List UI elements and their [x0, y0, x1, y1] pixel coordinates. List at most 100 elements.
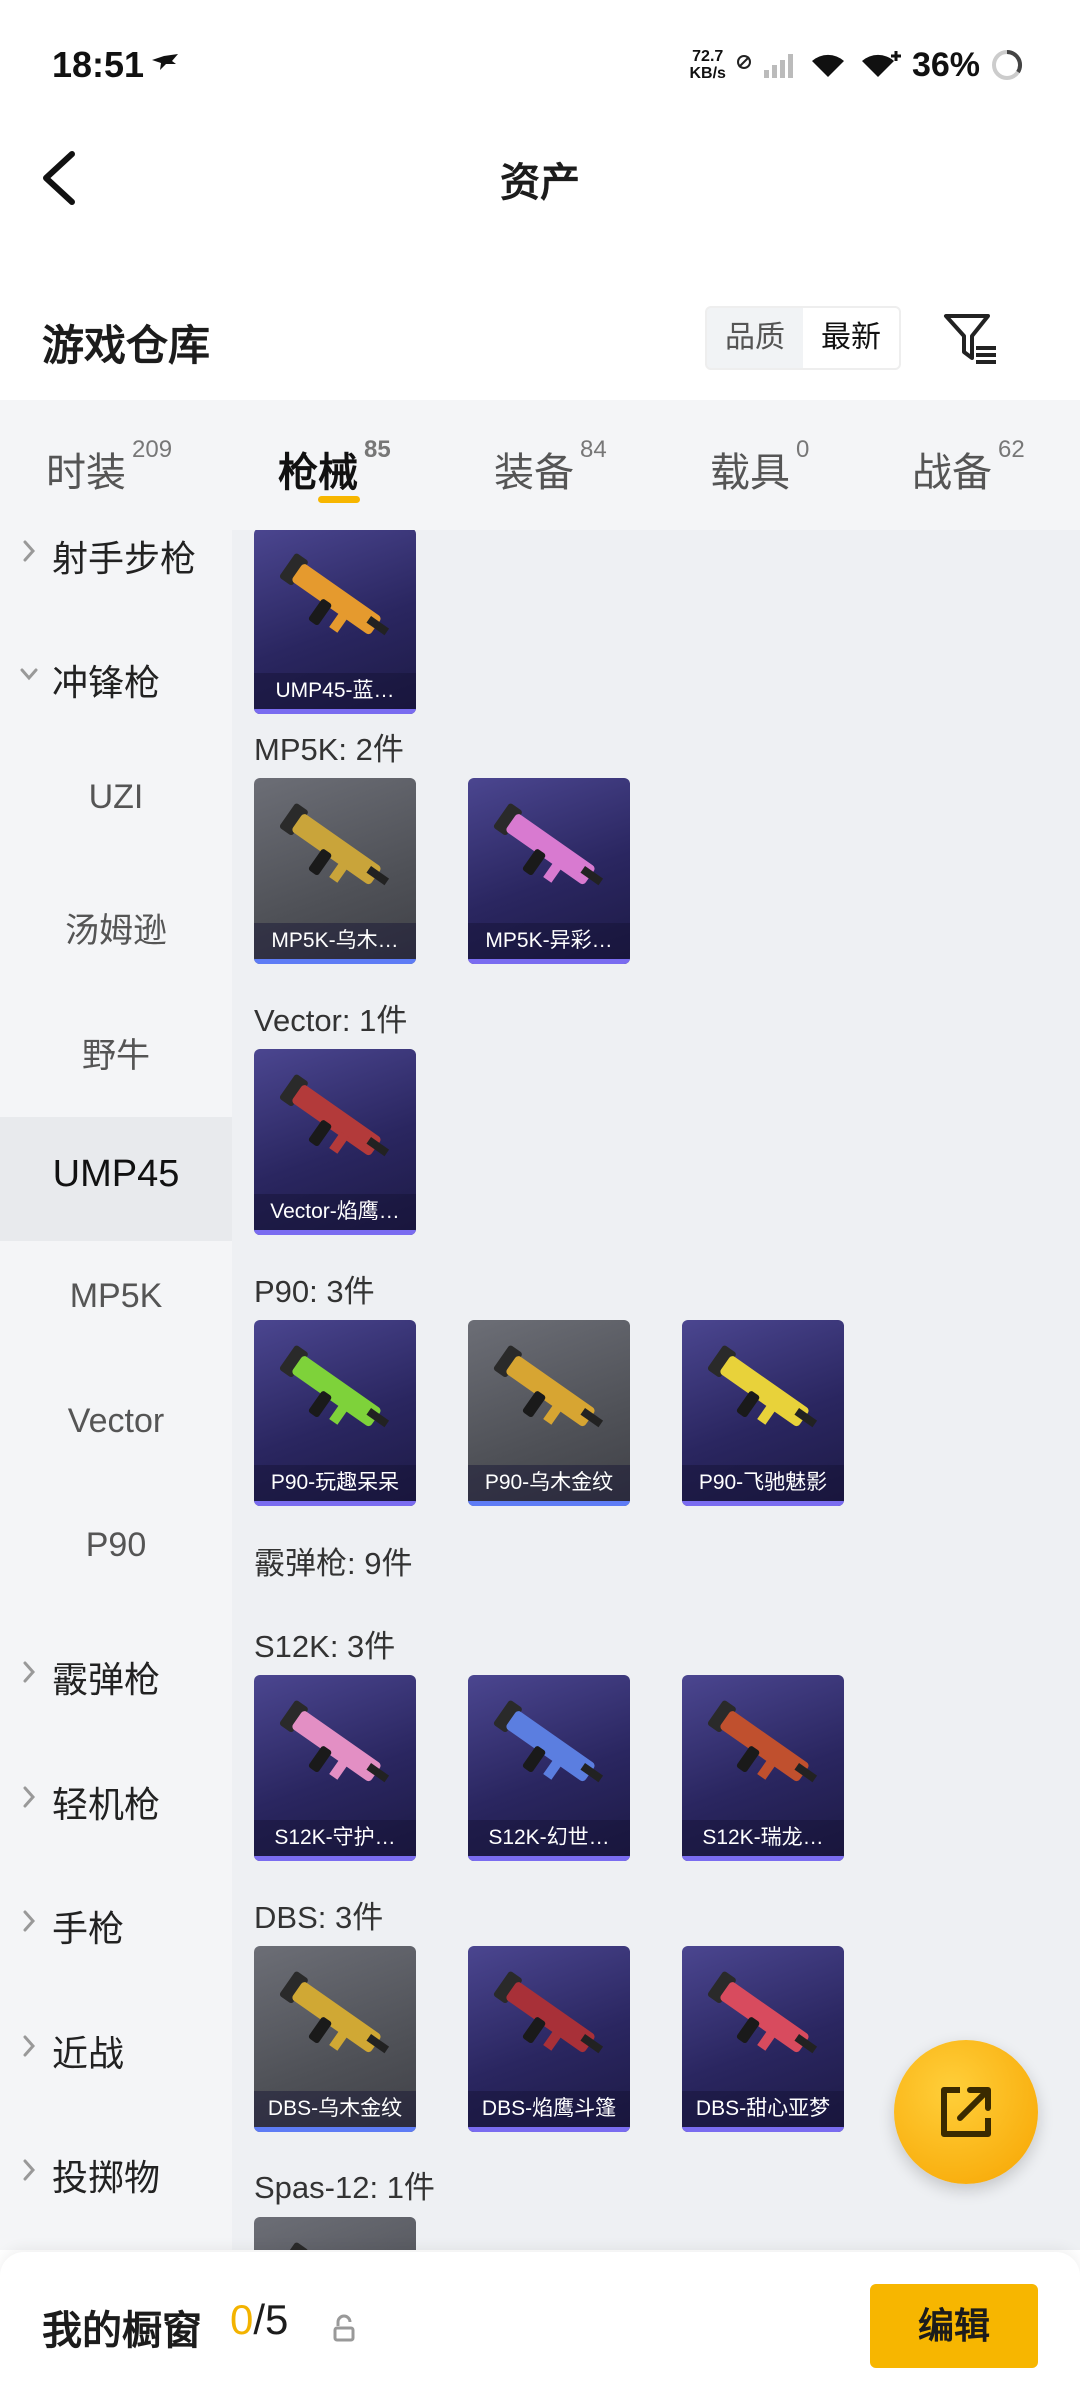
- filter-icon[interactable]: [942, 310, 1000, 368]
- tab-count: 84: [580, 436, 607, 463]
- sidebar-subcategory[interactable]: P90: [0, 1490, 232, 1614]
- sidebar-category[interactable]: 手枪: [0, 1864, 232, 1988]
- group-label: Spas-12: 1件: [254, 2170, 435, 2205]
- sidebar-subcategory[interactable]: MP5K: [0, 1241, 232, 1365]
- tab-label: 战备: [912, 451, 992, 495]
- tab-count: 209: [132, 436, 173, 463]
- sidebar-item-label: UMP45: [52, 1153, 180, 1195]
- weapon-skin-name: S12K-瑞龙…: [682, 1820, 844, 1856]
- chevron-right-icon: [23, 1786, 36, 1808]
- lock-icon: [333, 2314, 355, 2342]
- weapon-skin-card[interactable]: DBS-焰鹰斗篷: [468, 1946, 630, 2132]
- weapon-skin-card[interactable]: UMP45-蓝…: [254, 530, 416, 714]
- tab-fashion[interactable]: 时装209: [46, 436, 172, 498]
- weapon-icon: [493, 1345, 604, 1428]
- weapon-icon: [493, 803, 604, 886]
- chevron-right-icon: [23, 1910, 36, 1932]
- weapon-icon: [493, 1700, 604, 1783]
- weapon-grid: UMP45-蓝… MP5K: 2件 MP5K-乌木… MP5K-异彩… Vector: …: [232, 530, 1080, 2250]
- sidebar-category[interactable]: 轻机枪: [0, 1740, 232, 1864]
- weapon-icon: [279, 1971, 390, 2054]
- group-label: MP5K: 2件: [254, 732, 404, 767]
- status-bar: 18:51 72.7 KB/s 36%: [0, 0, 1080, 130]
- tab-supplies[interactable]: 战备62: [912, 436, 1025, 498]
- quality-bar: [682, 1856, 844, 1861]
- weapon-skin-name: P90-乌木金纹: [468, 1465, 630, 1501]
- weapon-skin-card[interactable]: [254, 2217, 416, 2250]
- sort-option-quality[interactable]: 品质: [707, 308, 803, 368]
- quality-bar: [468, 1856, 630, 1861]
- weapon-icon: [279, 1345, 390, 1428]
- sidebar-item-label: MP5K: [69, 1277, 163, 1315]
- tab-equipment[interactable]: 装备84: [494, 436, 607, 498]
- tab-count: 85: [364, 436, 391, 463]
- weapon-skin-name: MP5K-乌木…: [254, 923, 416, 959]
- weapon-skin-name: MP5K-异彩…: [468, 923, 630, 959]
- weapon-skin-name: P90-飞驰魅影: [682, 1465, 844, 1501]
- quality-bar: [254, 1501, 416, 1506]
- sidebar-category[interactable]: 射手步枪: [0, 530, 232, 618]
- weapon-skin-name: P90-玩趣呆呆: [254, 1465, 416, 1501]
- weapon-skin-name: DBS-焰鹰斗篷: [468, 2091, 630, 2127]
- weapon-skin-name: S12K-幻世…: [468, 1820, 630, 1856]
- weapon-skin-card[interactable]: S12K-守护…: [254, 1675, 416, 1861]
- sidebar-category[interactable]: 投掷物: [0, 2113, 232, 2237]
- showcase-total: 5: [265, 2296, 289, 2343]
- sidebar-item-label: 霰弹枪: [52, 1659, 161, 1700]
- group-label: 霰弹枪: 9件: [254, 1546, 413, 1581]
- chevron-right-icon: [23, 1661, 36, 1683]
- cellular-signal-icon: [763, 54, 793, 78]
- showcase-bar: 我的橱窗 0/5 编辑: [0, 2252, 1080, 2400]
- weapon-skin-card[interactable]: P90-乌木金纹: [468, 1320, 630, 1506]
- showcase-current: 0: [230, 2296, 254, 2343]
- quality-bar: [682, 2127, 844, 2132]
- sidebar-item-label: 射手步枪: [52, 538, 197, 579]
- battery-icon: [992, 49, 1023, 80]
- weapon-icon: [279, 1700, 390, 1783]
- net-speed-value: 72.7: [692, 48, 724, 65]
- quality-bar: [468, 959, 630, 964]
- quality-bar: [254, 959, 416, 964]
- sidebar-subcategory[interactable]: UZI: [0, 742, 232, 866]
- quality-bar: [254, 1856, 416, 1861]
- tab-firearms[interactable]: 枪械85: [278, 436, 391, 498]
- group-label: DBS: 3件: [254, 1900, 384, 1935]
- sidebar-item-label: P90: [85, 1526, 147, 1564]
- weapon-skin-card[interactable]: Vector-焰鹰…: [254, 1049, 416, 1235]
- tab-count: 0: [796, 436, 810, 463]
- weapon-icon: [493, 1971, 604, 2054]
- weapon-skin-card[interactable]: MP5K-乌木…: [254, 778, 416, 964]
- sidebar-category[interactable]: 霰弹枪: [0, 1615, 232, 1739]
- share-fab-button[interactable]: [894, 2040, 1038, 2184]
- quality-bar: [468, 2127, 630, 2132]
- sidebar-item-label: 投掷物: [52, 2157, 161, 2198]
- tab-vehicles[interactable]: 载具0: [710, 436, 809, 498]
- net-speed-unit: KB/s: [689, 65, 726, 82]
- edit-button[interactable]: 编辑: [870, 2284, 1038, 2368]
- group-label: S12K: 3件: [254, 1629, 396, 1664]
- tab-label: 载具: [710, 451, 790, 495]
- sidebar-category[interactable]: 冲锋枪: [0, 618, 232, 742]
- weapon-skin-card[interactable]: P90-玩趣呆呆: [254, 1320, 416, 1506]
- weapon-skin-card[interactable]: S12K-瑞龙…: [682, 1675, 844, 1861]
- sidebar-item-label: 近战: [52, 2033, 125, 2074]
- weapon-skin-card[interactable]: S12K-幻世…: [468, 1675, 630, 1861]
- active-tab-indicator: [318, 496, 360, 503]
- sidebar-subcategory[interactable]: 汤姆逊: [0, 867, 232, 991]
- weapon-skin-card[interactable]: DBS-甜心亚梦: [682, 1946, 844, 2132]
- sidebar-item-label: UZI: [88, 778, 144, 816]
- weapon-skin-card[interactable]: DBS-乌木金纹: [254, 1946, 416, 2132]
- sort-option-newest[interactable]: 最新: [803, 308, 899, 368]
- sidebar-category[interactable]: 近战: [0, 1989, 232, 2113]
- showcase-label: 我的橱窗: [42, 2309, 202, 2353]
- weapon-skin-card[interactable]: P90-飞驰魅影: [682, 1320, 844, 1506]
- sidebar-subcategory[interactable]: 野牛: [0, 992, 232, 1116]
- sidebar-subcategory[interactable]: UMP45: [0, 1117, 232, 1241]
- sidebar-subcategory[interactable]: Vector: [0, 1366, 232, 1490]
- weapon-skin-card[interactable]: MP5K-异彩…: [468, 778, 630, 964]
- sidebar-item-label: 汤姆逊: [65, 912, 167, 950]
- warehouse-title: 游戏仓库: [42, 322, 211, 369]
- chevron-right-icon: [23, 2035, 36, 2057]
- showcase-count: 0/5: [230, 2296, 288, 2344]
- mute-icon: [736, 55, 751, 69]
